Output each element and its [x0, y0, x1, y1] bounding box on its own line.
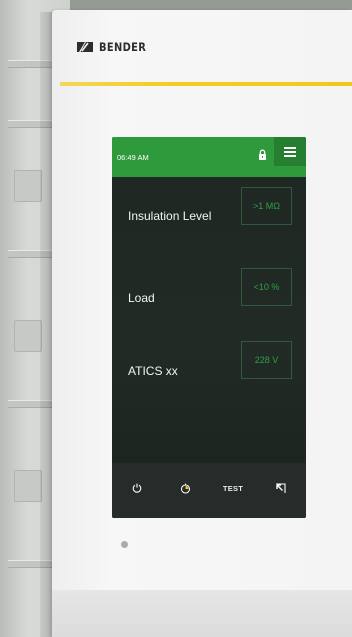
device-photo: BENDER 06:49 AM Insulation Level >1 MΩ L… — [0, 0, 352, 637]
housing-clip — [14, 320, 42, 352]
nav-power-button[interactable] — [129, 477, 145, 499]
exit-icon — [275, 482, 286, 493]
reading-value-atics[interactable]: 228 V — [241, 341, 292, 379]
nav-test-button[interactable]: TEST — [218, 477, 248, 499]
reading-value-load[interactable]: <10 % — [241, 268, 292, 306]
nav-timer-button[interactable] — [177, 477, 193, 499]
accent-stripe — [60, 82, 352, 86]
brand-name: BENDER — [99, 40, 147, 54]
status-bar: 06:49 AM — [112, 137, 306, 177]
brand-logo: BENDER — [76, 40, 154, 54]
reading-label-load: Load — [128, 291, 155, 305]
status-led — [121, 541, 128, 548]
clock-time: 06:49 AM — [117, 153, 149, 162]
power-icon — [132, 483, 142, 493]
touch-screen: 06:49 AM Insulation Level >1 MΩ Load <10… — [112, 137, 306, 518]
housing-clip — [14, 470, 42, 502]
bottom-nav: TEST — [112, 463, 306, 518]
bender-logo-icon — [77, 42, 93, 52]
timer-icon — [180, 483, 190, 494]
menu-button[interactable] — [274, 137, 306, 166]
reading-label-insulation: Insulation Level — [128, 209, 212, 223]
readings-panel: Insulation Level >1 MΩ Load <10 % ATICS … — [112, 177, 306, 463]
reading-value-insulation[interactable]: >1 MΩ — [241, 187, 292, 225]
reading-label-atics: ATICS xx — [128, 364, 178, 378]
hamburger-menu-icon — [284, 146, 296, 157]
front-panel-bottom — [52, 590, 352, 637]
test-button-label: TEST — [222, 483, 244, 493]
housing-clip — [14, 170, 42, 202]
lock-icon[interactable] — [258, 149, 267, 161]
nav-exit-button[interactable] — [272, 477, 288, 499]
